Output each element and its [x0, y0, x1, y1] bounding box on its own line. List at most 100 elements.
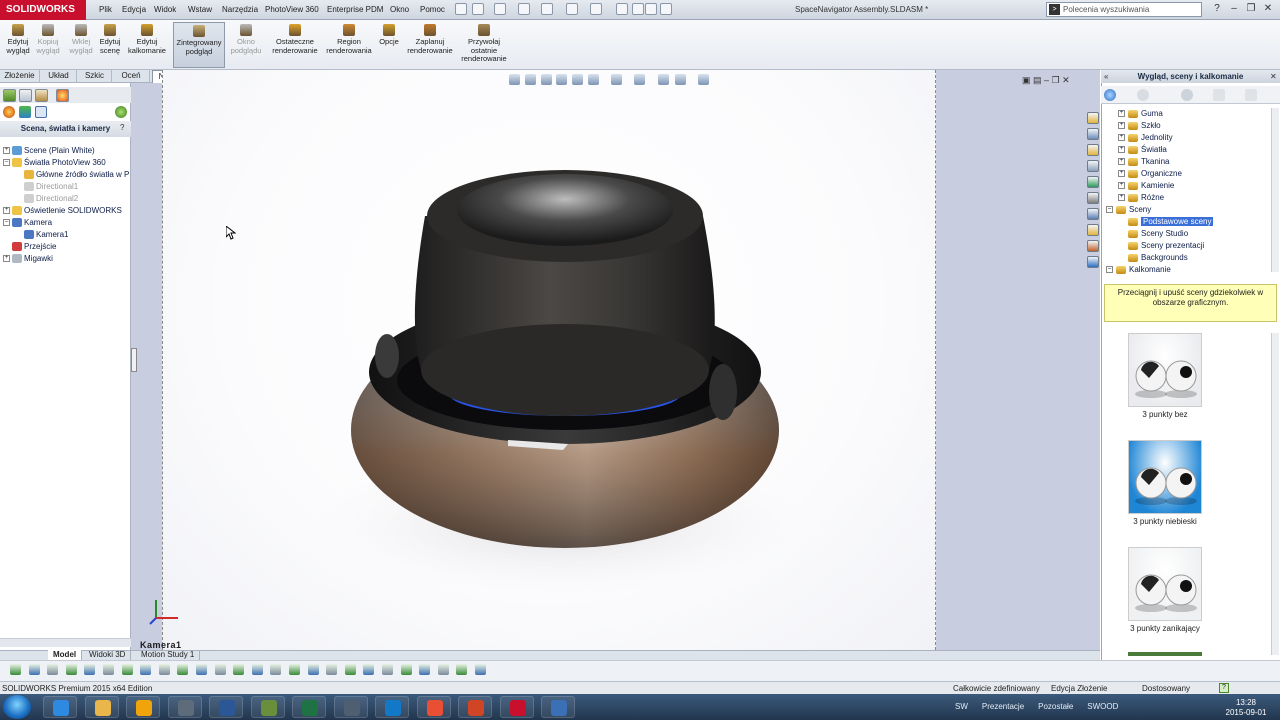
ribbon-button-7[interactable]: Ostateczne renderowanie — [268, 22, 322, 68]
save-icon[interactable] — [1213, 89, 1225, 101]
bottom-tool-icon-11[interactable] — [215, 664, 226, 675]
bottom-tab-2[interactable]: Motion Study 1 — [136, 650, 201, 660]
scene-thumbnail-1[interactable] — [1128, 440, 1202, 514]
view-tool-icon-1[interactable] — [525, 74, 536, 85]
taskbar-app-word[interactable] — [209, 696, 243, 718]
task-pane-icon-0[interactable] — [1087, 112, 1099, 124]
menu-item-4[interactable]: Narzędzia — [222, 3, 258, 17]
menu-item-6[interactable]: Enterprise PDM — [327, 3, 383, 17]
appearance-tree-item-0[interactable]: + Guma — [1118, 108, 1163, 120]
quick-access-icon-2[interactable] — [494, 3, 506, 15]
bottom-tab-0[interactable]: Model — [48, 650, 83, 660]
bottom-tool-icon-2[interactable] — [47, 664, 58, 675]
taskbar-toolbar-1[interactable]: Prezentacje — [982, 702, 1024, 711]
menu-item-0[interactable]: Plik — [99, 3, 112, 17]
scene-icon[interactable] — [19, 106, 31, 118]
taskbar-app-explorer[interactable] — [85, 696, 119, 718]
bottom-tool-icon-15[interactable] — [289, 664, 300, 675]
view-tool-icon-6[interactable] — [611, 74, 622, 85]
add-folder-icon[interactable] — [1245, 89, 1257, 101]
ribbon-button-8[interactable]: Region renderowania — [325, 22, 373, 68]
taskbar-app-sheep[interactable] — [334, 696, 368, 718]
bottom-tool-icon-0[interactable] — [10, 664, 21, 675]
quick-access-icon-7[interactable] — [616, 3, 628, 15]
bottom-tool-icon-24[interactable] — [456, 664, 467, 675]
ribbon-button-3[interactable]: Edytuj scenę — [97, 22, 123, 68]
ribbon-button-2[interactable]: Wklej wygląd — [66, 22, 96, 68]
quick-access-icon-3[interactable] — [518, 3, 530, 15]
feature-tree-icon[interactable] — [3, 89, 16, 102]
task-pane-icon-2[interactable] — [1087, 144, 1099, 156]
view-tool-icon-2[interactable] — [541, 74, 552, 85]
bottom-tool-icon-25[interactable] — [475, 664, 486, 675]
taskbar-toolbar-3[interactable]: SWOOD — [1087, 702, 1118, 711]
appearance-tree-item-9[interactable]: +Podstawowe sceny — [1118, 216, 1214, 228]
taskbar-app-settings[interactable] — [541, 696, 575, 718]
menu-item-1[interactable]: Edycja — [122, 3, 146, 17]
task-pane-icon-3[interactable] — [1087, 160, 1099, 172]
tree-expander[interactable]: – — [1106, 266, 1113, 274]
view-tool-icon-7[interactable] — [634, 74, 645, 85]
graphics-viewport[interactable] — [162, 70, 936, 650]
task-pane-icon-4[interactable] — [1087, 176, 1099, 188]
bottom-tab-1[interactable]: Widoki 3D — [84, 650, 132, 660]
appearance-tree-item-5[interactable]: + Organiczne — [1118, 168, 1182, 180]
bottom-tool-icon-16[interactable] — [308, 664, 319, 675]
task-pane-icon-6[interactable] — [1087, 208, 1099, 220]
bottom-tool-icon-21[interactable] — [401, 664, 412, 675]
viewport-window-controls[interactable]: ▣ ▤ – ❐ ✕ — [1022, 75, 1070, 86]
menu-item-8[interactable]: Pomoc — [420, 3, 445, 17]
scene-thumbnail-2[interactable] — [1128, 547, 1202, 621]
quick-access-icon-1[interactable] — [472, 3, 484, 15]
taskbar-toolbar-2[interactable]: Pozostałe — [1038, 702, 1073, 711]
ribbon-button-5[interactable]: Zintegrowany podgląd — [173, 22, 225, 68]
tree-item-8[interactable]: +Przejście — [3, 241, 56, 252]
window-control-3[interactable]: ✕ — [1261, 2, 1275, 16]
tab-3[interactable]: Oceń — [113, 70, 150, 83]
appearance-tree-item-7[interactable]: + Różne — [1118, 192, 1164, 204]
bottom-tool-icon-5[interactable] — [103, 664, 114, 675]
bottom-tool-icon-17[interactable] — [326, 664, 337, 675]
taskbar-toolbar-0[interactable]: SW — [955, 702, 968, 711]
task-pane-icon-5[interactable] — [1087, 192, 1099, 204]
taskbar-app-photo[interactable] — [251, 696, 285, 718]
tree-expander[interactable]: – — [3, 219, 10, 227]
window-control-0[interactable]: ? — [1210, 2, 1224, 16]
tree-item-1[interactable]: – Światła PhotoView 360 — [3, 157, 106, 168]
tree-expander[interactable]: – — [3, 159, 10, 167]
system-clock[interactable]: 13:28 2015-09-01 — [1220, 696, 1272, 718]
taskbar-app-solidworks[interactable] — [500, 696, 534, 718]
bottom-tool-icon-22[interactable] — [419, 664, 430, 675]
bottom-tool-icon-1[interactable] — [29, 664, 40, 675]
bottom-tool-icon-3[interactable] — [66, 664, 77, 675]
appearance-tree-item-6[interactable]: + Kamienie — [1118, 180, 1174, 192]
tree-item-2[interactable]: +Główne źródło światła w P — [15, 169, 129, 180]
appearance-tree-item-8[interactable]: – Sceny — [1106, 204, 1151, 216]
panel-pin-icon[interactable]: ✕ — [1270, 72, 1277, 81]
menu-item-3[interactable]: Wstaw — [188, 3, 212, 17]
ribbon-button-11[interactable]: Przywołaj ostatnie renderowanie — [455, 22, 513, 68]
view-tool-icon-9[interactable] — [675, 74, 686, 85]
menu-item-2[interactable]: Widok — [154, 3, 176, 17]
tree-expander[interactable]: + — [1118, 182, 1125, 190]
quick-access-icon-8[interactable] — [632, 3, 644, 15]
tree-item-9[interactable]: + Migawki — [3, 253, 53, 264]
tree-expander[interactable]: + — [1118, 110, 1125, 118]
tree-expander[interactable]: + — [3, 147, 10, 155]
tree-scrollbar[interactable] — [1271, 108, 1279, 272]
tree-expander[interactable]: + — [3, 255, 10, 263]
camera-view-icon[interactable] — [35, 106, 47, 118]
bottom-tool-icon-10[interactable] — [196, 664, 207, 675]
ribbon-button-10[interactable]: Zaplanuj renderowanie — [404, 22, 456, 68]
bottom-tool-icon-8[interactable] — [159, 664, 170, 675]
property-manager-icon[interactable] — [19, 89, 32, 102]
bottom-tool-icon-12[interactable] — [233, 664, 244, 675]
menu-item-5[interactable]: PhotoView 360 — [265, 3, 319, 17]
forward-nav-icon[interactable] — [1137, 89, 1149, 101]
tree-item-7[interactable]: +Kamera1 — [15, 229, 68, 240]
taskbar-app-chrome[interactable] — [417, 696, 451, 718]
taskbar-app-powerpoint[interactable] — [458, 696, 492, 718]
ribbon-button-6[interactable]: Okno podglądu — [228, 22, 264, 68]
bottom-tool-icon-6[interactable] — [122, 664, 133, 675]
view-tool-icon-0[interactable] — [509, 74, 520, 85]
